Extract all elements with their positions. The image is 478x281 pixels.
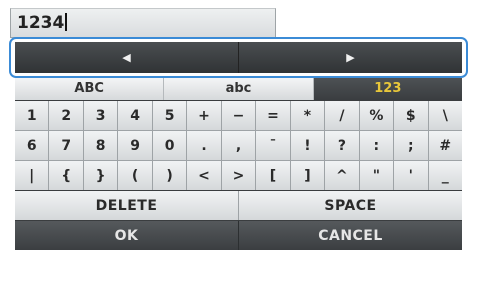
keyboard-key[interactable]: |	[15, 161, 49, 190]
keyboard-key[interactable]: =	[256, 101, 290, 130]
keyboard-key[interactable]: 4	[118, 101, 152, 130]
left-arrow-icon: ◀	[122, 51, 131, 64]
keyboard-key[interactable]: $	[394, 101, 428, 130]
keyboard-key[interactable]: <	[187, 161, 221, 190]
keyboard-key[interactable]: :	[359, 131, 394, 160]
edit-key-row: DELETE SPACE	[15, 191, 462, 220]
keyboard-key[interactable]: ,	[221, 131, 256, 160]
keyboard-key[interactable]: 7	[49, 131, 83, 160]
right-arrow-icon: ▶	[346, 51, 355, 64]
text-caret	[65, 13, 68, 31]
keyboard-key[interactable]: (	[118, 161, 152, 190]
keyboard-key[interactable]: [	[256, 161, 290, 190]
ok-button[interactable]: OK	[15, 221, 238, 250]
keyboard-key[interactable]: *	[290, 101, 325, 130]
keyboard-key[interactable]: {	[49, 161, 83, 190]
keyboard-key[interactable]: _	[428, 161, 462, 190]
keyboard-key[interactable]: +	[187, 101, 221, 130]
keyboard-key[interactable]: %	[359, 101, 394, 130]
keyboard-key[interactable]: )	[152, 161, 187, 190]
keyboard-mode-tabs: ABC abc 123	[15, 78, 462, 100]
keyboard-key[interactable]: −	[221, 101, 256, 130]
keyboard-key[interactable]: ;	[394, 131, 428, 160]
keyboard-key[interactable]: ¯	[256, 131, 290, 160]
keyboard-key[interactable]: /	[325, 101, 359, 130]
delete-key[interactable]: DELETE	[15, 191, 238, 220]
keyboard-key[interactable]: ]	[290, 161, 325, 190]
keyboard-key[interactable]: 8	[83, 131, 118, 160]
key-grid: 1 2 3 4 5 + − = * /% $ \ 6 7 8 9 0., ¯!?:; # |{}() < >[] ^ " ' _	[15, 101, 462, 190]
keyboard-key[interactable]: #	[428, 131, 462, 160]
keyboard-key[interactable]: "	[359, 161, 394, 190]
keyboard-key[interactable]: .	[187, 131, 221, 160]
keyboard-key[interactable]: '	[394, 161, 428, 190]
keyboard-key[interactable]: 0	[152, 131, 187, 160]
text-input-field[interactable]: 1234	[10, 8, 276, 38]
keyboard-key[interactable]: 1	[15, 101, 49, 130]
mode-tab-numeric[interactable]: 123	[313, 78, 462, 100]
virtual-keyboard-dialog: 1234 ◀ ▶ ABC abc 123 1 2 3 4 5 + − = * /% $ \ 6 7 8 9 0.…	[0, 0, 478, 281]
cancel-button[interactable]: CANCEL	[239, 221, 462, 250]
keyboard-key[interactable]: 3	[83, 101, 118, 130]
keyboard-key[interactable]: ^	[325, 161, 359, 190]
keyboard-key[interactable]: }	[83, 161, 118, 190]
keyboard-key[interactable]: >	[221, 161, 256, 190]
mode-tab-uppercase[interactable]: ABC	[15, 78, 165, 100]
cursor-left-button[interactable]: ◀	[15, 42, 239, 73]
keyboard-key[interactable]: 6	[15, 131, 49, 160]
cursor-navigation-bar: ◀ ▶	[15, 42, 462, 73]
keyboard-key[interactable]: 5	[152, 101, 187, 130]
keyboard-key[interactable]: 2	[49, 101, 83, 130]
keyboard-key[interactable]: !	[290, 131, 325, 160]
keyboard-key[interactable]: \	[428, 101, 462, 130]
input-value: 1234	[17, 13, 65, 33]
cursor-right-button[interactable]: ▶	[239, 42, 462, 73]
dialog-action-row: OK CANCEL	[15, 221, 462, 250]
space-key[interactable]: SPACE	[239, 191, 462, 220]
mode-tab-lowercase[interactable]: abc	[164, 78, 314, 100]
keyboard-panel: ABC abc 123 1 2 3 4 5 + − = * /% $ \ 6 7 8 9 0., ¯!?:; # |{…	[15, 78, 462, 250]
keyboard-key[interactable]: 9	[118, 131, 152, 160]
keyboard-key[interactable]: ?	[325, 131, 359, 160]
